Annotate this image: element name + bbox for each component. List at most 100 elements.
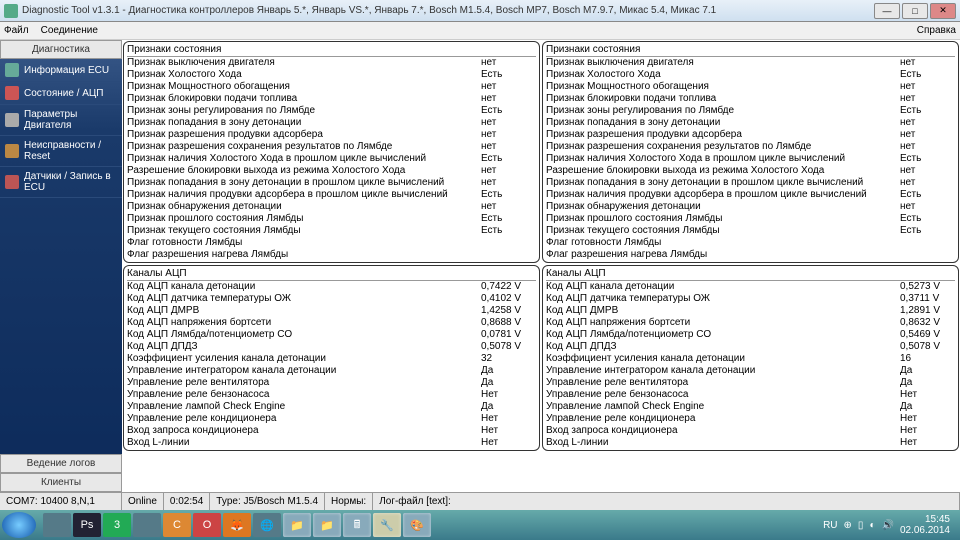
row-value: нет — [481, 57, 536, 69]
data-row: Управление реле вентилятораДа — [127, 377, 536, 389]
row-label: Управление реле вентилятора — [546, 377, 900, 389]
data-row: Коэффициент усиления канала детонации16 — [546, 353, 955, 365]
adc-panel-right: Каналы АЦП Код АЦП канала детонации0,527… — [542, 265, 959, 451]
taskbar-icon[interactable]: Ps — [73, 513, 101, 537]
row-value: 1,4258 V — [481, 305, 536, 317]
data-row: Признак Мощностного обогащениянет — [127, 81, 536, 93]
taskbar-app-diagnostic[interactable]: 🔧 — [373, 513, 401, 537]
row-value: нет — [900, 117, 955, 129]
data-row: Вход запроса кондиционераНет — [127, 425, 536, 437]
data-row: Признак попадания в зону детонации в про… — [127, 177, 536, 189]
data-row: Вход запроса кондиционераНет — [546, 425, 955, 437]
content: Признаки состояния Признак выключения дв… — [122, 40, 960, 492]
panel-header: Признаки состояния — [127, 43, 536, 57]
data-row: Флаг разрешения нагрева Лямбды — [127, 249, 536, 261]
tray-updates-icon[interactable]: ◐ — [869, 520, 875, 531]
sidebar-clients[interactable]: Клиенты — [0, 473, 122, 492]
sidebar-item-state-adc[interactable]: Состояние / АЦП — [0, 82, 122, 105]
data-row: Признак разрешения продувки адсорберанет — [127, 129, 536, 141]
sidebar-item-faults-reset[interactable]: Неисправности / Reset — [0, 136, 122, 167]
tray-lang[interactable]: RU — [823, 520, 837, 531]
data-row: Управление реле вентилятораДа — [546, 377, 955, 389]
taskbar-icon[interactable]: 🌐 — [253, 513, 281, 537]
row-value: Нет — [900, 437, 955, 449]
row-label: Вход L-линии — [127, 437, 481, 449]
row-value: 0,5078 V — [900, 341, 955, 353]
tray-flag-icon[interactable]: ▯ — [858, 520, 864, 531]
sidebar-logging[interactable]: Ведение логов — [0, 454, 122, 473]
sidebar-header: Диагностика — [0, 40, 122, 59]
taskbar-icon[interactable] — [133, 513, 161, 537]
row-value: 0,5273 V — [900, 281, 955, 293]
data-row: Вход L-линииНет — [546, 437, 955, 449]
row-value: 0,5469 V — [900, 329, 955, 341]
tray-network-icon[interactable]: ⊕ — [844, 520, 852, 531]
menu-help[interactable]: Справка — [917, 25, 956, 36]
panel-header: Признаки состояния — [546, 43, 955, 57]
row-label: Флаг разрешения нагрева Лямбды — [127, 249, 481, 261]
status-norms: Нормы: — [325, 493, 373, 510]
start-button[interactable] — [2, 512, 36, 538]
row-label: Признак наличия продувки адсорбера в про… — [546, 189, 900, 201]
taskbar-icon[interactable]: O — [193, 513, 221, 537]
row-label: Признак разрешения сохранения результато… — [127, 141, 481, 153]
maximize-button[interactable]: □ — [902, 3, 928, 19]
tray-volume-icon[interactable]: 🔊 — [881, 520, 893, 531]
row-value: Да — [481, 401, 536, 413]
taskbar-icon[interactable]: 🦊 — [223, 513, 251, 537]
taskbar-icon[interactable] — [43, 513, 71, 537]
titlebar: Diagnostic Tool v1.3.1 - Диагностика кон… — [0, 0, 960, 22]
data-row: Признак блокировки подачи топливанет — [546, 93, 955, 105]
row-value: Есть — [481, 69, 536, 81]
sidebar-item-engine-params[interactable]: Параметры Двигателя — [0, 105, 122, 136]
row-label: Признак разрешения сохранения результато… — [546, 141, 900, 153]
adc-panels: Каналы АЦП Код АЦП канала детонации0,742… — [122, 264, 960, 452]
row-value: Есть — [900, 189, 955, 201]
data-row: Признак выключения двигателянет — [127, 57, 536, 69]
sidebar-item-sensors-ecu[interactable]: Датчики / Запись в ECU — [0, 167, 122, 198]
data-row: Признак Холостого ХодаЕсть — [127, 69, 536, 81]
row-label: Коэффициент усиления канала детонации — [127, 353, 481, 365]
close-button[interactable]: ✕ — [930, 3, 956, 19]
row-value: Есть — [900, 225, 955, 237]
params-icon — [5, 113, 19, 127]
row-label: Код АЦП ДМРВ — [546, 305, 900, 317]
taskbar-icon[interactable]: 📁 — [313, 513, 341, 537]
data-row: Код АЦП ДПДЗ0,5078 V — [546, 341, 955, 353]
menu-connection[interactable]: Соединение — [41, 25, 98, 36]
row-value: Да — [481, 377, 536, 389]
data-row: Признак прошлого состояния ЛямбдыЕсть — [546, 213, 955, 225]
window-title: Diagnostic Tool v1.3.1 - Диагностика кон… — [22, 5, 874, 16]
minimize-button[interactable]: — — [874, 3, 900, 19]
taskbar-icon[interactable]: 📁 — [283, 513, 311, 537]
state-icon — [5, 86, 19, 100]
tray-clock[interactable]: 15:4502.06.2014 — [900, 514, 950, 536]
taskbar-icon[interactable]: 🖩 — [343, 513, 371, 537]
state-panel-right: Признаки состояния Признак выключения дв… — [542, 41, 959, 263]
row-value: Нет — [481, 425, 536, 437]
row-value: 0,3711 V — [900, 293, 955, 305]
row-label: Управление лампой Check Engine — [127, 401, 481, 413]
taskbar-icon[interactable]: 3 — [103, 513, 131, 537]
data-row: Код АЦП Лямбда/потенциометр CO0,0781 V — [127, 329, 536, 341]
panel-header: Каналы АЦП — [127, 267, 536, 281]
row-label: Код АЦП датчика температуры ОЖ — [546, 293, 900, 305]
sidebar-item-label: Датчики / Запись в ECU — [24, 171, 117, 193]
taskbar-icon[interactable]: 🎨 — [403, 513, 431, 537]
row-label: Вход запроса кондиционера — [127, 425, 481, 437]
state-panels: Признаки состояния Признак выключения дв… — [122, 40, 960, 264]
row-label: Флаг готовности Лямбды — [546, 237, 900, 249]
main-area: Диагностика Информация ECU Состояние / А… — [0, 40, 960, 492]
row-label: Код АЦП датчика температуры ОЖ — [127, 293, 481, 305]
sidebar-item-ecu-info[interactable]: Информация ECU — [0, 59, 122, 82]
menu-file[interactable]: Файл — [4, 25, 29, 36]
data-row: Управление реле кондиционераНет — [546, 413, 955, 425]
row-value: 0,7422 V — [481, 281, 536, 293]
data-row: Признак блокировки подачи топливанет — [127, 93, 536, 105]
row-label: Признак попадания в зону детонации — [127, 117, 481, 129]
taskbar-icon[interactable]: C — [163, 513, 191, 537]
row-value: 0,8688 V — [481, 317, 536, 329]
data-row: Код АЦП напряжения бортсети0,8688 V — [127, 317, 536, 329]
data-row: Признак обнаружения детонациинет — [546, 201, 955, 213]
row-label: Коэффициент усиления канала детонации — [546, 353, 900, 365]
